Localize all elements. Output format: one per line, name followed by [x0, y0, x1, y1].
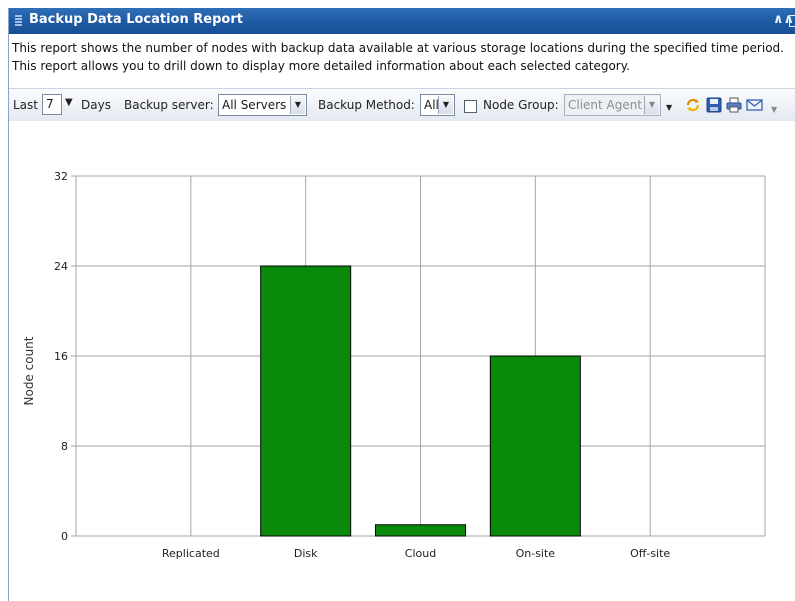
y-tick-label: 24	[54, 260, 68, 273]
print-icon[interactable]	[726, 97, 742, 113]
title-bar: Backup Data Location Report ∧∧	[9, 8, 795, 34]
y-tick-label: 32	[54, 170, 68, 183]
x-tick-label: Cloud	[405, 547, 436, 560]
filter-toolbar: Last 7 ▼ Days Backup server: All Servers…	[9, 88, 795, 123]
backup-server-select[interactable]: All Servers ▼	[218, 94, 307, 116]
x-tick-label: Off-site	[630, 547, 670, 560]
days-input[interactable]: 7	[42, 94, 62, 115]
more-options-icon[interactable]: ▼	[666, 103, 672, 112]
last-label: Last	[13, 98, 38, 112]
node-count-bar-chart: 0 8 16 24 32 Replicated Disk Cloud On-site Off-s…	[9, 121, 795, 601]
bar-on-site	[489, 355, 581, 537]
node-group-label: Node Group:	[483, 98, 559, 112]
days-label: Days	[81, 98, 111, 112]
bar-disk	[260, 265, 352, 537]
report-panel: Backup Data Location Report ∧∧ This repo…	[8, 8, 795, 601]
toolbar-overflow-icon[interactable]: ▼	[771, 105, 777, 114]
maximize-icon[interactable]	[789, 15, 795, 27]
chevron-down-icon[interactable]: ▼	[438, 96, 453, 114]
save-icon[interactable]	[706, 97, 722, 113]
email-icon[interactable]	[746, 97, 763, 113]
node-group-value: Client Agent	[568, 98, 643, 112]
chevron-down-icon[interactable]: ▼	[290, 96, 305, 114]
y-tick-label: 16	[54, 350, 68, 363]
x-tick-label: Disk	[294, 547, 318, 560]
node-group-checkbox[interactable]	[464, 100, 477, 113]
y-tick-label: 8	[61, 440, 68, 453]
backup-server-label: Backup server:	[124, 98, 214, 112]
refresh-icon[interactable]	[685, 97, 701, 113]
node-group-select[interactable]: Client Agent ▼	[564, 94, 661, 116]
backup-method-value: All	[424, 98, 439, 112]
down-arrow-icon[interactable]: ▼	[65, 97, 73, 108]
backup-method-select[interactable]: All ▼	[420, 94, 455, 116]
y-tick-label: 0	[61, 530, 68, 543]
backup-server-value: All Servers	[222, 98, 287, 112]
y-axis-label: Node count	[22, 336, 36, 405]
chevron-down-icon[interactable]: ▼	[644, 96, 659, 114]
drag-handle-icon[interactable]	[15, 15, 22, 26]
bar-cloud	[375, 524, 466, 537]
panel-title: Backup Data Location Report	[29, 12, 243, 27]
x-tick-label: Replicated	[162, 547, 220, 560]
report-description: This report shows the number of nodes wi…	[12, 41, 784, 73]
x-tick-label: On-site	[516, 547, 556, 560]
backup-method-label: Backup Method:	[318, 98, 415, 112]
